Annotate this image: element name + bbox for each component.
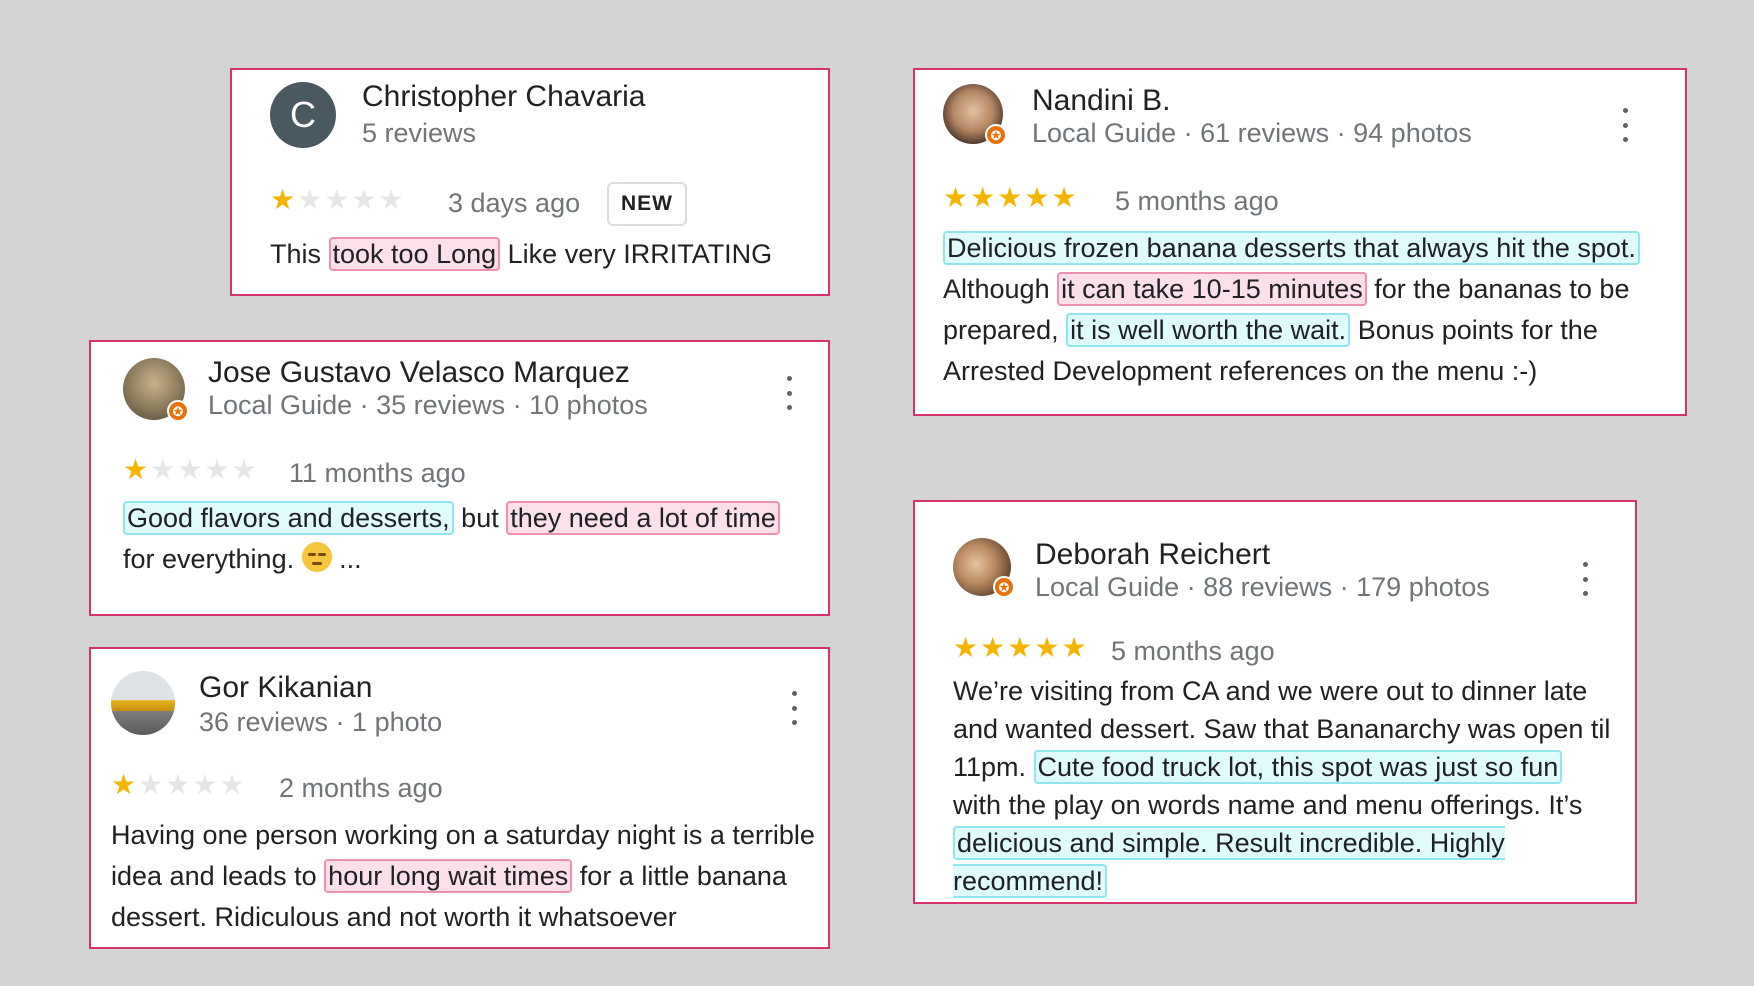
negative-highlight: hour long wait times — [324, 859, 573, 893]
star-rating: ★ ★ ★ ★ ★ — [270, 186, 404, 214]
review-text: Delicious frozen banana desserts that al… — [943, 228, 1663, 392]
star-filled-icon: ★ — [1024, 182, 1050, 213]
more-ellipsis[interactable]: ... — [332, 544, 362, 574]
reviewer-meta[interactable]: Local Guide · 61 reviews · 94 photos — [1032, 118, 1472, 149]
positive-highlight: Delicious frozen banana desserts that al… — [943, 231, 1640, 265]
reviewer-name[interactable]: Christopher Chavaria — [362, 80, 645, 114]
review-time: 2 months ago — [279, 773, 443, 803]
star-rating: ★ ★ ★ ★ ★ — [111, 771, 245, 799]
star-rating: ★ ★ ★ ★ ★ — [123, 456, 257, 484]
reviewer-meta[interactable]: 5 reviews — [362, 118, 476, 149]
negative-highlight: they need a lot of time — [506, 501, 780, 535]
star-empty-icon: ★ — [324, 184, 350, 215]
review-time: 5 months ago — [1115, 186, 1279, 216]
star-empty-icon: ★ — [150, 454, 176, 485]
more-options-icon[interactable] — [779, 376, 799, 410]
star-filled-icon: ★ — [1051, 182, 1077, 213]
star-empty-icon: ★ — [351, 184, 377, 215]
avatar[interactable] — [111, 671, 175, 735]
review-text-segment: Like very IRRITATING — [500, 239, 773, 269]
review-text: Good flavors and desserts, but they need… — [123, 498, 813, 580]
star-filled-icon: ★ — [970, 182, 996, 213]
star-filled-icon: ★ — [943, 182, 969, 213]
local-guide-badge-icon: ✪ — [985, 124, 1007, 146]
reviewer-name[interactable]: Gor Kikanian — [199, 671, 372, 705]
star-empty-icon: ★ — [204, 454, 230, 485]
review-text: We’re visiting from CA and we were out t… — [953, 672, 1613, 900]
more-options-icon[interactable] — [784, 691, 804, 725]
local-guide-badge-icon: ✪ — [167, 400, 189, 422]
positive-highlight: it is well worth the wait. — [1066, 313, 1351, 347]
review-card: C Christopher Chavaria 5 reviews ★ ★ ★ ★… — [230, 68, 830, 296]
star-filled-icon: ★ — [1007, 632, 1033, 663]
reviewer-meta[interactable]: Local Guide · 88 reviews · 179 photos — [1035, 572, 1490, 603]
unamused-face-emoji-icon — [301, 542, 332, 572]
reviewer-name[interactable]: Deborah Reichert — [1035, 538, 1270, 572]
star-rating: ★ ★ ★ ★ ★ — [953, 634, 1087, 662]
avatar[interactable]: ✪ — [943, 84, 1007, 146]
star-filled-icon: ★ — [953, 632, 979, 663]
reviewer-meta[interactable]: 36 reviews · 1 photo — [199, 707, 442, 738]
star-empty-icon: ★ — [297, 184, 323, 215]
star-filled-icon: ★ — [123, 454, 149, 485]
star-empty-icon: ★ — [378, 184, 404, 215]
avatar-letter: C — [270, 82, 336, 148]
star-filled-icon: ★ — [111, 769, 137, 800]
review-text: Having one person working on a saturday … — [111, 815, 821, 938]
star-filled-icon: ★ — [980, 632, 1006, 663]
star-empty-icon: ★ — [231, 454, 257, 485]
star-empty-icon: ★ — [192, 769, 218, 800]
local-guide-badge-icon: ✪ — [993, 576, 1015, 598]
positive-highlight: Good flavors and desserts, — [123, 501, 454, 535]
review-card: ✪ Nandini B. Local Guide · 61 reviews · … — [913, 68, 1687, 416]
review-text-segment: but — [453, 503, 507, 533]
more-options-icon[interactable] — [1615, 108, 1635, 142]
positive-highlight: delicious and simple. Result incredible.… — [953, 826, 1505, 898]
avatar[interactable]: ✪ — [953, 538, 1015, 598]
negative-highlight: it can take 10-15 minutes — [1057, 272, 1367, 306]
avatar[interactable]: ✪ — [123, 358, 189, 422]
avatar[interactable]: C — [270, 82, 336, 148]
profile-photo — [111, 671, 175, 735]
review-card: ✪ Jose Gustavo Velasco Marquez Local Gui… — [89, 340, 830, 616]
star-filled-icon: ★ — [1034, 632, 1060, 663]
review-card: Gor Kikanian 36 reviews · 1 photo ★ ★ ★ … — [89, 647, 830, 949]
review-time: 5 months ago — [1111, 636, 1275, 666]
negative-highlight: took too Long — [328, 237, 501, 271]
reviewer-meta[interactable]: Local Guide · 35 reviews · 10 photos — [208, 390, 648, 421]
review-text-segment: Although — [943, 274, 1058, 304]
review-text-segment: for everything. — [123, 544, 302, 574]
star-filled-icon: ★ — [997, 182, 1023, 213]
star-filled-icon: ★ — [1061, 632, 1087, 663]
star-filled-icon: ★ — [270, 184, 296, 215]
star-empty-icon: ★ — [165, 769, 191, 800]
review-text-segment: This — [270, 239, 329, 269]
positive-highlight: Cute food truck lot, this spot was just … — [1033, 750, 1563, 784]
review-card: ✪ Deborah Reichert Local Guide · 88 revi… — [913, 500, 1637, 904]
review-time: 11 months ago — [289, 458, 466, 488]
star-empty-icon: ★ — [177, 454, 203, 485]
reviewer-name[interactable]: Jose Gustavo Velasco Marquez — [208, 356, 630, 390]
new-badge: NEW — [607, 182, 687, 226]
star-rating: ★ ★ ★ ★ ★ — [943, 184, 1077, 212]
review-text-segment: with the play on words name and menu off… — [953, 790, 1583, 820]
star-empty-icon: ★ — [138, 769, 164, 800]
review-text: This took too Long Like very IRRITATING — [270, 234, 810, 275]
star-empty-icon: ★ — [219, 769, 245, 800]
review-time: 3 days ago — [448, 188, 581, 218]
reviewer-name[interactable]: Nandini B. — [1032, 84, 1170, 118]
more-options-icon[interactable] — [1575, 562, 1595, 596]
